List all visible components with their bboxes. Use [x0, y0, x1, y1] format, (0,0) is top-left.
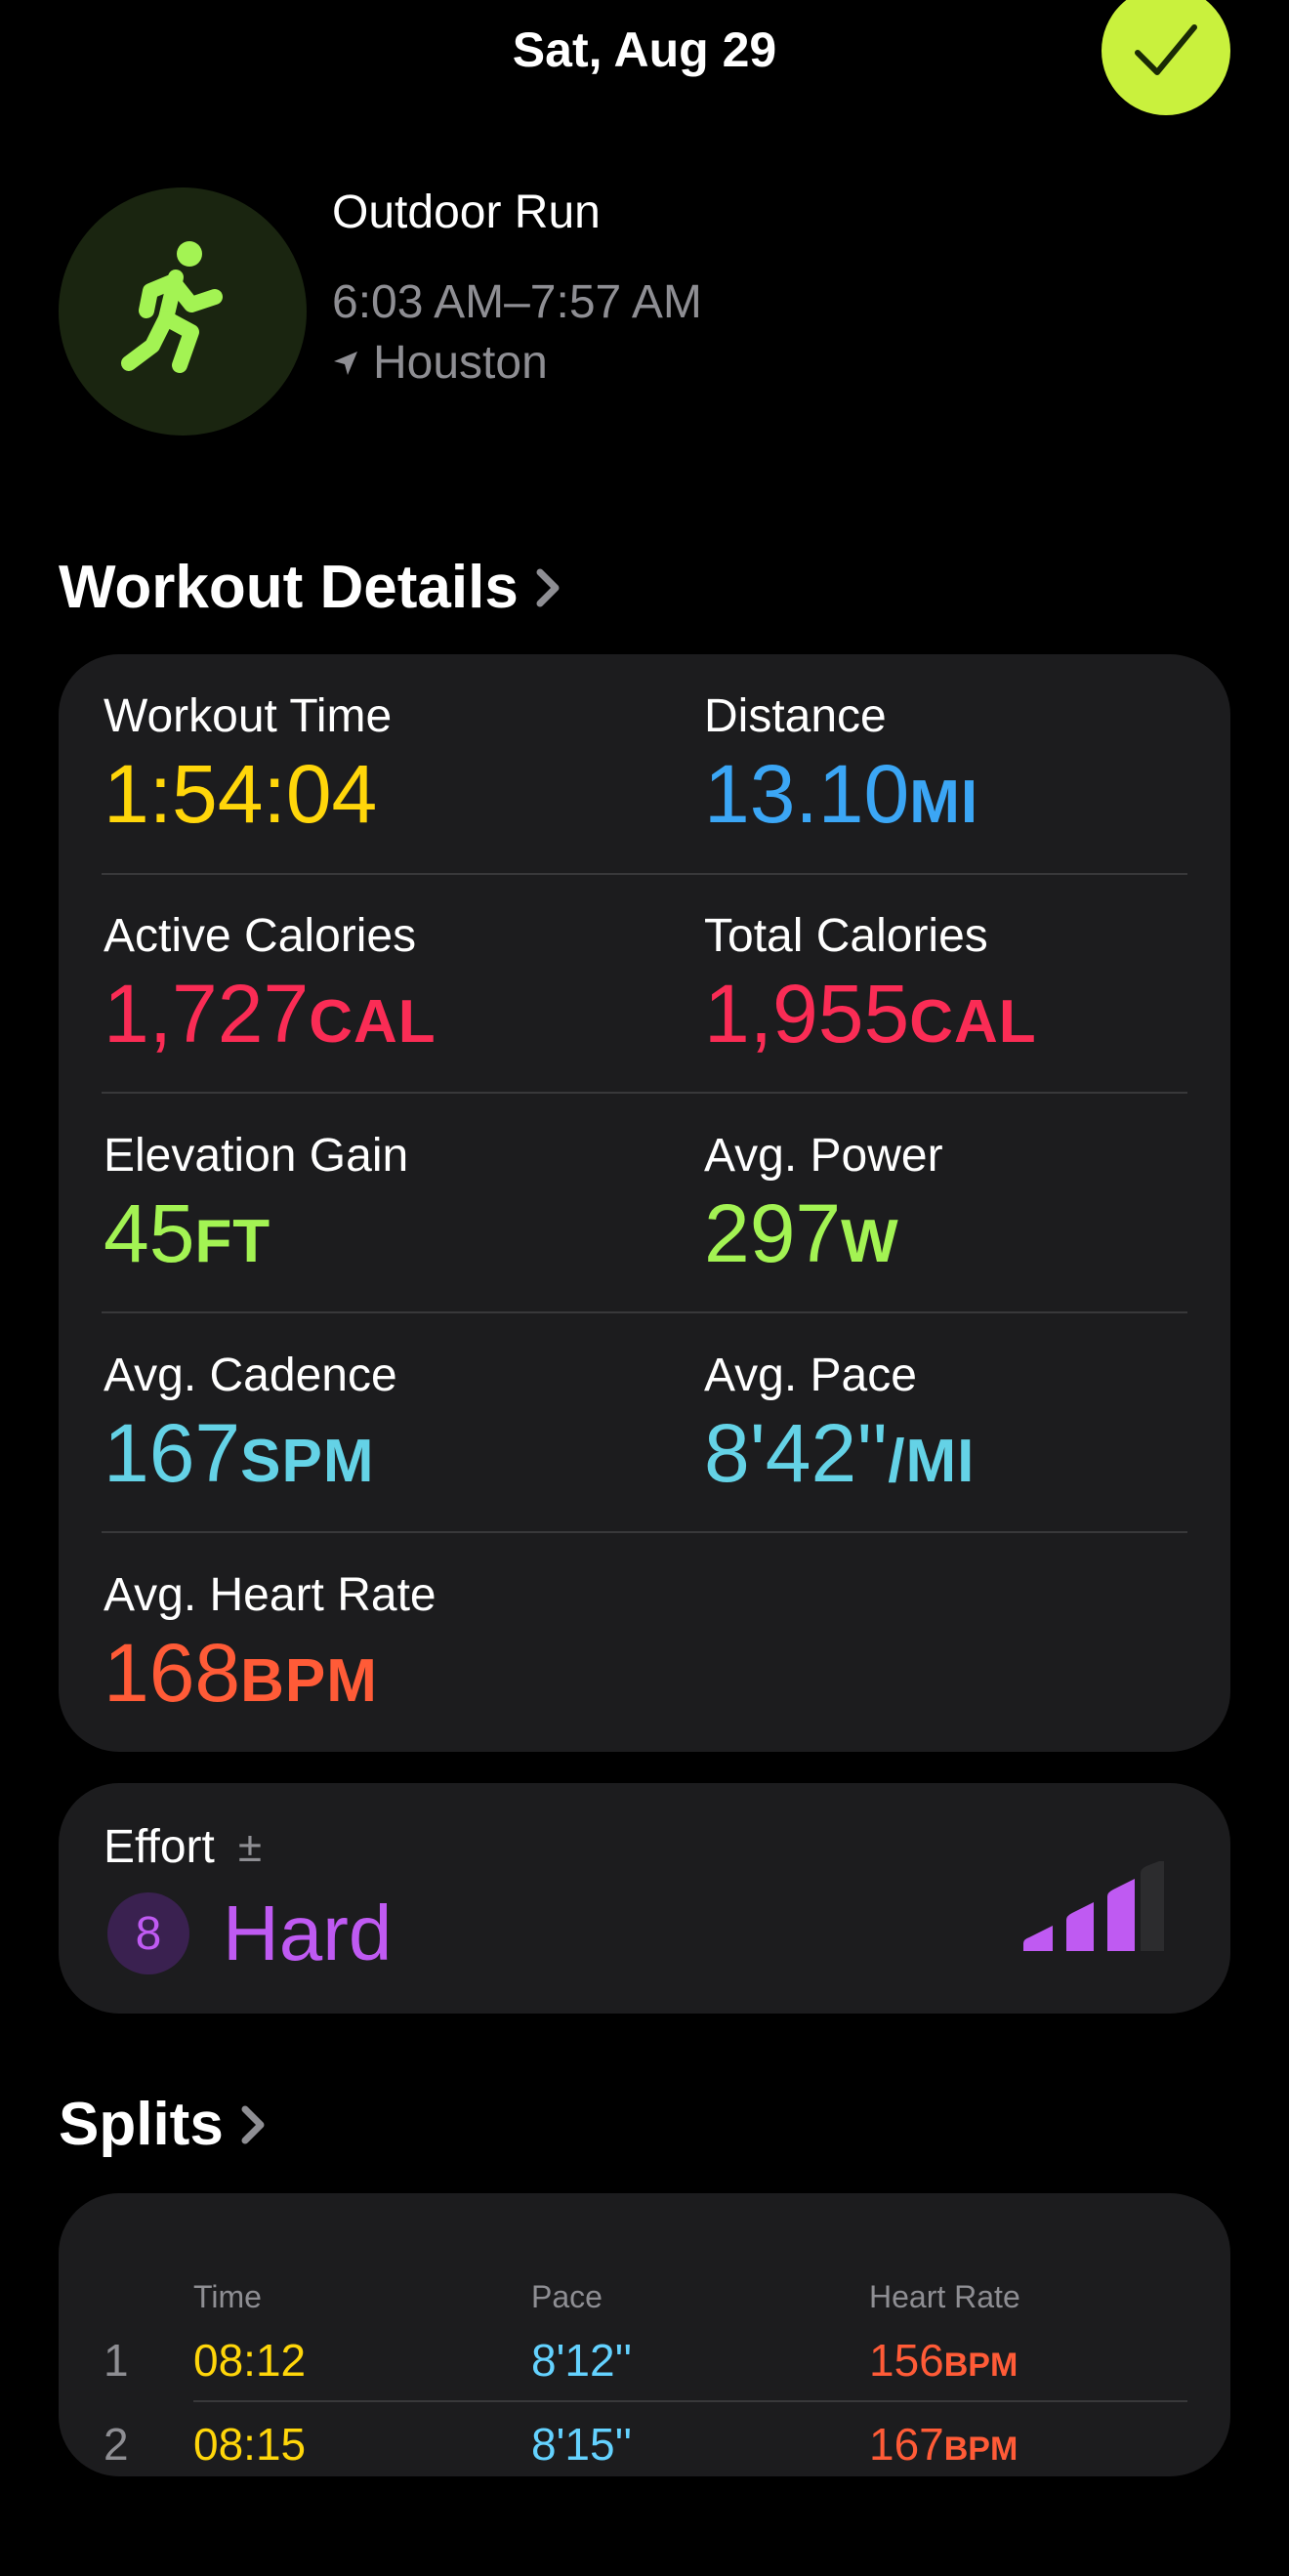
metric-label: Avg. Power: [704, 1130, 943, 1182]
metric-number: 1,955: [704, 968, 910, 1059]
split-heart-rate: 167BPM: [869, 2418, 1018, 2471]
metric-number: 45: [104, 1187, 195, 1279]
split-index: 2: [104, 2419, 129, 2470]
metric-cell: Elevation Gain 45FT: [104, 1129, 408, 1274]
workout-name: Outdoor Run: [332, 187, 601, 238]
metric-unit: BPM: [240, 1647, 378, 1715]
metric-cell: Avg. Heart Rate 168BPM: [104, 1568, 437, 1714]
split-heart-rate: 156BPM: [869, 2334, 1018, 2387]
effort-text: Hard: [223, 1890, 393, 1976]
splits-title: Splits: [59, 2091, 224, 2158]
split-pace: 8'12'': [531, 2335, 633, 2386]
split-heart-rate-value: 167: [869, 2419, 944, 2470]
metric-unit: CAL: [309, 988, 437, 1056]
metric-label: Active Calories: [104, 910, 417, 962]
workout-time-range: 6:03 AM–7:57 AM: [332, 276, 702, 328]
split-time: 08:15: [193, 2419, 307, 2470]
metric-cell: Avg. Cadence 167SPM: [104, 1349, 397, 1494]
metric-label: Workout Time: [104, 690, 393, 742]
location-name: Houston: [373, 337, 548, 389]
metric-number: 297: [704, 1187, 842, 1279]
split-time: 08:12: [193, 2335, 307, 2386]
metric-unit: FT: [194, 1208, 271, 1275]
running-figure-icon: [121, 241, 223, 373]
metric-label: Total Calories: [704, 910, 988, 962]
metric-number: 13.10: [704, 748, 910, 840]
splits-header[interactable]: Splits: [59, 2090, 269, 2159]
splits-column-heart-rate: Heart Rate: [869, 2279, 1020, 2314]
chevron-right-icon: [241, 2105, 265, 2143]
divider: [102, 1311, 1187, 1313]
splits-column-time: Time: [193, 2279, 262, 2314]
metric-cell: Active Calories 1,727CAL: [104, 909, 437, 1055]
workout-details-header[interactable]: Workout Details: [59, 553, 563, 622]
splits-card[interactable]: Time Pace Heart Rate 1 08:12 8'12'' 156B…: [59, 2193, 1230, 2476]
split-heart-rate-unit: BPM: [943, 2347, 1019, 2384]
metric-label: Avg. Pace: [704, 1350, 917, 1401]
splits-column-pace: Pace: [531, 2279, 603, 2314]
divider: [102, 1531, 1187, 1533]
metric-value: 8'42''/MI: [704, 1412, 975, 1494]
checkmark-icon: [1135, 24, 1197, 75]
metric-label: Avg. Cadence: [104, 1350, 397, 1401]
metric-cell: Total Calories 1,955CAL: [704, 909, 1037, 1055]
effort-label: Effort: [104, 1821, 215, 1873]
effort-level-icon: [1023, 1861, 1164, 1951]
effort-score-badge: 8: [107, 1892, 189, 1974]
split-pace: 8'15'': [531, 2419, 633, 2470]
metric-value: 1,727CAL: [104, 973, 437, 1055]
metric-cell: Distance 13.10MI: [704, 689, 978, 835]
metric-cell: Avg. Pace 8'42''/MI: [704, 1349, 975, 1494]
metric-value: 13.10MI: [704, 753, 978, 835]
divider: [102, 1092, 1187, 1094]
metric-unit: W: [841, 1208, 899, 1275]
chevron-right-icon: [536, 568, 560, 606]
metric-value: 1,955CAL: [704, 973, 1037, 1055]
effort-rating: 8 Hard: [107, 1889, 392, 1978]
metric-cell: Avg. Power 297W: [704, 1129, 943, 1274]
metric-label: Distance: [704, 690, 887, 742]
metric-label: Avg. Heart Rate: [104, 1569, 437, 1621]
metric-unit: CAL: [909, 988, 1037, 1056]
activity-icon: [59, 187, 307, 436]
workout-location: Houston: [332, 336, 548, 390]
metric-unit: SPM: [240, 1428, 375, 1495]
metric-number: 1,727: [104, 968, 310, 1059]
split-heart-rate-unit: BPM: [943, 2431, 1019, 2468]
metric-value: 45FT: [104, 1192, 408, 1274]
effort-header: Effort ±: [104, 1820, 262, 1874]
metric-unit: MI: [909, 769, 979, 836]
metric-number: 167: [104, 1407, 241, 1499]
metric-number: 1:54:04: [104, 748, 378, 840]
metric-label: Elevation Gain: [104, 1130, 409, 1182]
metric-cell: Workout Time 1:54:04: [104, 689, 392, 835]
done-button[interactable]: [1102, 0, 1230, 115]
workout-details-title: Workout Details: [59, 554, 519, 621]
metric-value: 297W: [704, 1192, 943, 1274]
metric-value: 168BPM: [104, 1632, 437, 1714]
metric-number: 168: [104, 1627, 241, 1719]
metric-value: 167SPM: [104, 1412, 397, 1494]
effort-adjust-icon[interactable]: ±: [238, 1823, 262, 1872]
split-heart-rate-value: 156: [869, 2335, 944, 2386]
divider: [193, 2400, 1187, 2402]
metric-number: 8'42'': [704, 1407, 889, 1499]
metric-value: 1:54:04: [104, 753, 392, 835]
location-arrow-icon: [334, 351, 357, 375]
header-date: Sat, Aug 29: [512, 22, 777, 77]
divider: [102, 873, 1187, 875]
metric-unit: /MI: [888, 1428, 976, 1495]
split-index: 1: [104, 2335, 129, 2386]
